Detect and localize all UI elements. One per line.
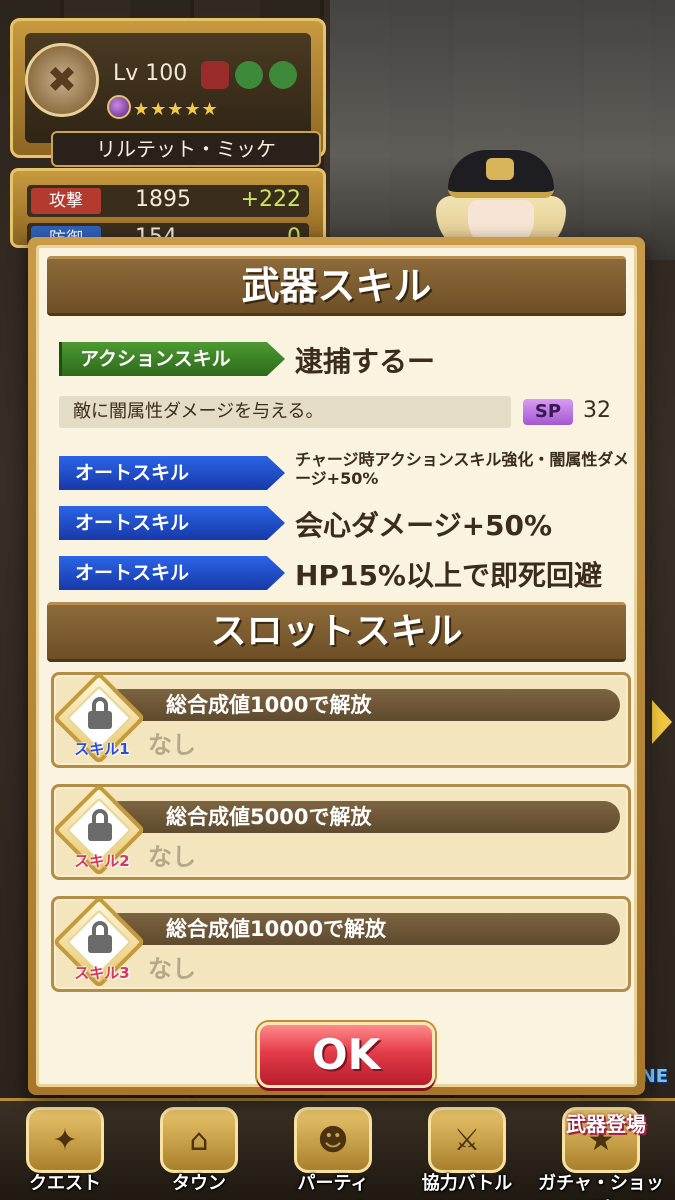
slot-skill-title: スロットスキル [47, 602, 626, 662]
ok-button[interactable]: OK [257, 1022, 435, 1088]
element-green-icon-2 [269, 61, 297, 89]
nav-quest[interactable]: ✦ クエスト [2, 1107, 128, 1199]
slot-skill-3[interactable]: 総合成値10000で解放 なし スキル3 [51, 895, 631, 992]
nav-town[interactable]: ⌂ タウン [136, 1107, 262, 1199]
auto-skill-tag: オートスキル [59, 456, 285, 490]
slot-empty-value: なし [148, 843, 196, 871]
party-icon: ☻ [294, 1107, 372, 1173]
stat-panel: 攻撃 1895 +222 防御 154 0 [10, 168, 326, 248]
element-green-icon [235, 61, 263, 89]
auto-skill-tag: オートスキル [59, 556, 285, 590]
nav-town-label: タウン [172, 1173, 226, 1194]
auto-skill-name: HP15%以上で即死回避 [295, 559, 602, 592]
element-dark-icon [201, 61, 229, 89]
hat-emblem [486, 158, 514, 180]
slot-empty-value: なし [148, 955, 196, 983]
nav-gacha-shop-label: ガチャ・ショップ [538, 1173, 664, 1200]
level-label: Lv 100 [113, 61, 188, 86]
weapon-icon[interactable]: ✖ [25, 43, 99, 117]
character-name: リルテット・ミッケ [51, 131, 321, 167]
nav-party-label: パーティ [297, 1173, 369, 1194]
coop-battle-icon: ⚔ [428, 1107, 506, 1173]
slot-skill-1[interactable]: 総合成値1000で解放 なし スキル1 [51, 671, 631, 768]
nav-party[interactable]: ☻ パーティ [270, 1107, 396, 1199]
slot-label: スキル1 [74, 740, 130, 758]
slot-unlock-condition: 総合成値10000で解放 [104, 913, 620, 945]
action-skill-name: 逮捕するー [295, 345, 436, 378]
next-arrow-icon[interactable] [652, 700, 672, 744]
slot-unlock-condition: 総合成値5000で解放 [104, 801, 620, 833]
promo-text: 武器登場 [566, 1112, 646, 1136]
town-icon: ⌂ [160, 1107, 238, 1173]
auto-skill-name: 会心ダメージ+50% [295, 509, 553, 542]
nav-coop-battle[interactable]: ⚔ 協力バトル [404, 1107, 530, 1199]
slot-label: スキル2 [74, 852, 130, 870]
dialog-title: 武器スキル [47, 256, 626, 316]
rarity-stars: ★★★★★ [133, 99, 219, 120]
lock-body [88, 711, 112, 729]
attack-bonus: +222 [240, 187, 301, 212]
quest-icon: ✦ [26, 1107, 104, 1173]
lock-body [88, 823, 112, 841]
sp-value: 32 [583, 398, 611, 423]
slot-skill-2[interactable]: 総合成値5000で解放 なし スキル2 [51, 783, 631, 880]
attack-value: 1895 [135, 187, 191, 212]
slot-label: スキル3 [74, 964, 130, 982]
attack-label: 攻撃 [31, 188, 101, 214]
weapon-status-card: ✖ Lv 100 ★★★★★ リルテット・ミッケ [10, 18, 326, 167]
element-orb-icon [107, 95, 131, 119]
auto-skill-name: チャージ時アクションスキル強化・闇属性ダメージ+50% [295, 450, 629, 488]
action-skill-description: 敵に闇属性ダメージを与える。 [59, 396, 511, 428]
slot-empty-value: なし [148, 731, 196, 759]
action-skill-tag: アクションスキル [59, 342, 285, 376]
dialog-body: 武器スキル アクションスキル 逮捕するー 敵に闇属性ダメージを与える。 SP 3… [36, 245, 637, 1088]
character-hat [448, 150, 554, 198]
attack-row: 攻撃 1895 +222 [27, 185, 309, 217]
slot-unlock-condition: 総合成値1000で解放 [104, 689, 620, 721]
weapon-skill-dialog: 武器スキル アクションスキル 逮捕するー 敵に闇属性ダメージを与える。 SP 3… [28, 237, 645, 1095]
nav-coop-battle-label: 協力バトル [421, 1173, 513, 1194]
auto-skill-tag: オートスキル [59, 506, 285, 540]
nav-quest-label: クエスト [29, 1173, 101, 1194]
lock-body [88, 935, 112, 953]
sp-badge: SP [523, 399, 573, 425]
